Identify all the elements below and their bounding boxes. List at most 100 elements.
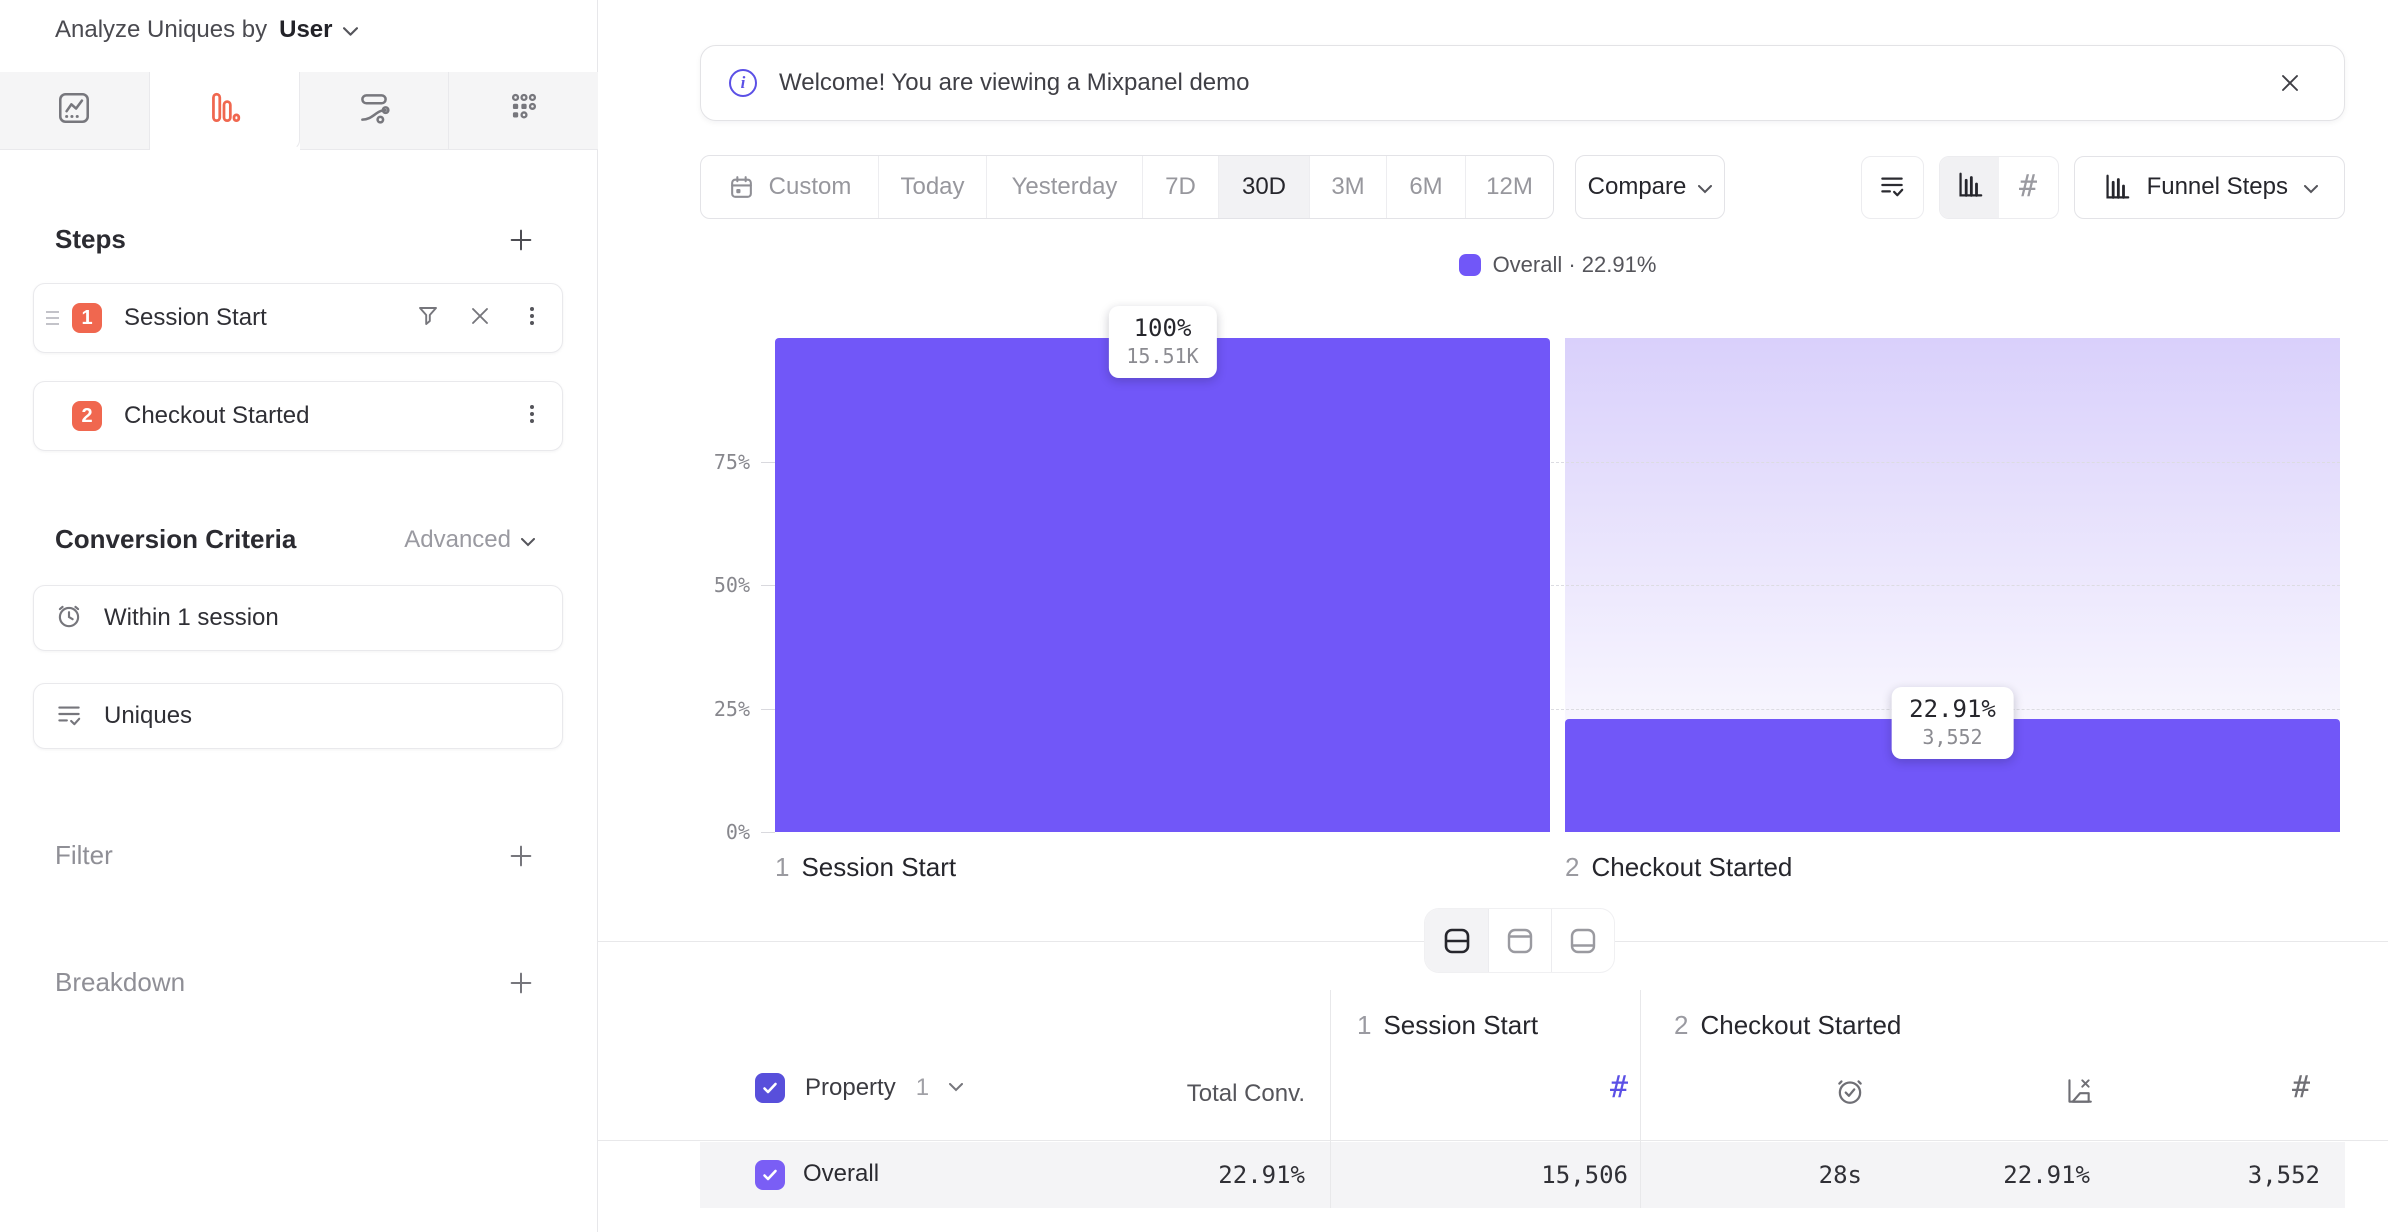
add-breakdown-button[interactable] — [507, 969, 535, 997]
date-range-6m[interactable]: 6M — [1386, 156, 1465, 218]
step-options-kebab-icon[interactable] — [520, 304, 544, 333]
bar-chart-icon — [2101, 172, 2131, 202]
legend-swatch — [1459, 254, 1481, 276]
filter-funnel-icon[interactable] — [416, 304, 440, 333]
conversion-window-card[interactable]: Within 1 session — [33, 585, 563, 651]
chevron-down-icon — [2304, 173, 2318, 201]
chart-legend[interactable]: Overall · 22.91% — [775, 252, 2340, 278]
analyze-entity-dropdown[interactable]: User — [279, 16, 357, 44]
y-axis-tick-label: 50% — [660, 573, 750, 597]
date-range-yesterday[interactable]: Yesterday — [986, 156, 1142, 218]
date-range-custom[interactable]: Custom — [701, 156, 878, 218]
date-range-label: 3M — [1331, 173, 1364, 201]
percent-bars-toggle[interactable] — [1940, 157, 1999, 218]
total-conv-header[interactable]: Total Conv. — [598, 1080, 1305, 1108]
advanced-label: Advanced — [404, 526, 511, 554]
banner-message: Welcome! You are viewing a Mixpanel demo — [779, 69, 2256, 97]
chevron-down-icon — [521, 526, 535, 554]
split-layout-button[interactable] — [1425, 909, 1488, 972]
axis-tick — [761, 462, 775, 463]
step-number-badge: 1 — [72, 303, 102, 333]
chevron-down-icon — [1698, 173, 1712, 201]
report-type-tabs — [0, 72, 598, 150]
row-step2-count: 3,552 — [2090, 1161, 2320, 1189]
step-event-name: Session Start — [124, 304, 416, 332]
analyze-label: Analyze Uniques by — [55, 16, 267, 44]
legend-label: Overall · 22.91% — [1493, 252, 1657, 278]
filter-header: Filter — [55, 840, 535, 871]
compare-dropdown[interactable]: Compare — [1575, 155, 1725, 219]
step-row-1[interactable]: 1 Session Start — [33, 283, 563, 353]
header-border — [598, 1140, 2388, 1141]
column-group-checkout-started: 2 Checkout Started — [1674, 1010, 1901, 1041]
column-group-session-start: 1 Session Start — [1357, 1010, 1538, 1041]
axis-tick — [761, 709, 775, 710]
row-avg-time: 28s — [1640, 1161, 1862, 1189]
breakdown-title: Breakdown — [55, 967, 185, 998]
tab-flows[interactable] — [300, 72, 450, 150]
step-number-badge: 2 — [72, 401, 102, 431]
bar-chart-icon — [1954, 170, 1984, 205]
tooltip-count: 3,552 — [1909, 725, 1996, 749]
conversion-criteria-title: Conversion Criteria — [55, 524, 296, 555]
x-axis-step-label: 1 Session Start — [775, 852, 956, 883]
conversion-criteria-header: Conversion Criteria Advanced — [55, 524, 535, 555]
axis-tick — [761, 832, 775, 833]
step-event-name: Checkout Started — [124, 402, 520, 430]
y-axis-tick-label: 0% — [660, 820, 750, 844]
time-to-convert-icon[interactable] — [1834, 1075, 1866, 1112]
group-name: Checkout Started — [1700, 1010, 1901, 1041]
chevron-down-icon — [343, 16, 358, 44]
conversion-window-value: Within 1 session — [104, 604, 279, 632]
date-range-label: 30D — [1242, 173, 1286, 201]
chart-only-layout-button[interactable] — [1488, 909, 1551, 972]
compare-label: Compare — [1588, 173, 1687, 201]
table-only-layout-button[interactable] — [1551, 909, 1614, 972]
date-range-30d-selected[interactable]: 30D — [1218, 156, 1309, 218]
number-values-toggle[interactable]: # — [1999, 157, 2058, 218]
count-metric-icon[interactable]: # — [2292, 1073, 2310, 1103]
count-metric-icon[interactable]: # — [1330, 1073, 1628, 1103]
steps-title: Steps — [55, 224, 126, 255]
axis-tick — [761, 585, 775, 586]
tab-funnels[interactable] — [150, 72, 300, 150]
tab-retention[interactable] — [449, 72, 598, 150]
y-axis-tick-label: 75% — [660, 450, 750, 474]
flows-icon — [355, 89, 393, 132]
banner-close-icon[interactable] — [2278, 71, 2302, 95]
column-border — [1330, 990, 1331, 1208]
funnel-steps-dropdown[interactable]: Funnel Steps — [2074, 156, 2345, 219]
counting-method-card[interactable]: Uniques — [33, 683, 563, 749]
date-range-12m[interactable]: 12M — [1465, 156, 1553, 218]
date-range-label: 6M — [1409, 173, 1442, 201]
demo-banner: i Welcome! You are viewing a Mixpanel de… — [700, 45, 2345, 121]
date-range-3m[interactable]: 3M — [1309, 156, 1386, 218]
date-range-label: Custom — [769, 173, 852, 201]
tooltip-percent: 22.91% — [1909, 695, 1996, 723]
group-number: 1 — [1357, 1010, 1371, 1041]
date-range-label: Yesterday — [1012, 173, 1118, 201]
filter-title: Filter — [55, 840, 113, 871]
row-total-conv: 22.91% — [598, 1161, 1305, 1189]
query-builder-sidebar: Analyze Uniques by User — [0, 0, 598, 1232]
step-options-kebab-icon[interactable] — [520, 402, 544, 431]
date-range-today[interactable]: Today — [878, 156, 986, 218]
tooltip-count: 15.51K — [1126, 344, 1198, 368]
tab-insights[interactable] — [0, 72, 150, 150]
date-range-7d[interactable]: 7D — [1142, 156, 1218, 218]
add-filter-button[interactable] — [507, 842, 535, 870]
advanced-dropdown[interactable]: Advanced — [404, 526, 535, 554]
mixpanel-funnel-page: Analyze Uniques by User — [0, 0, 2388, 1232]
date-range-label: 7D — [1165, 173, 1196, 201]
list-check-icon — [54, 699, 84, 734]
step-row-2[interactable]: 2 Checkout Started — [33, 381, 563, 451]
column-border — [1640, 990, 1641, 1208]
remove-step-icon[interactable] — [468, 304, 492, 333]
counting-method-button[interactable] — [1861, 156, 1924, 219]
funnel-bar-session-start[interactable] — [775, 338, 1550, 832]
add-step-button[interactable] — [507, 226, 535, 254]
drag-handle-icon[interactable] — [46, 311, 64, 325]
bar-value-tooltip: 22.91% 3,552 — [1891, 687, 2014, 759]
conversion-rate-icon[interactable] — [2062, 1075, 2094, 1112]
info-icon: i — [729, 69, 757, 97]
